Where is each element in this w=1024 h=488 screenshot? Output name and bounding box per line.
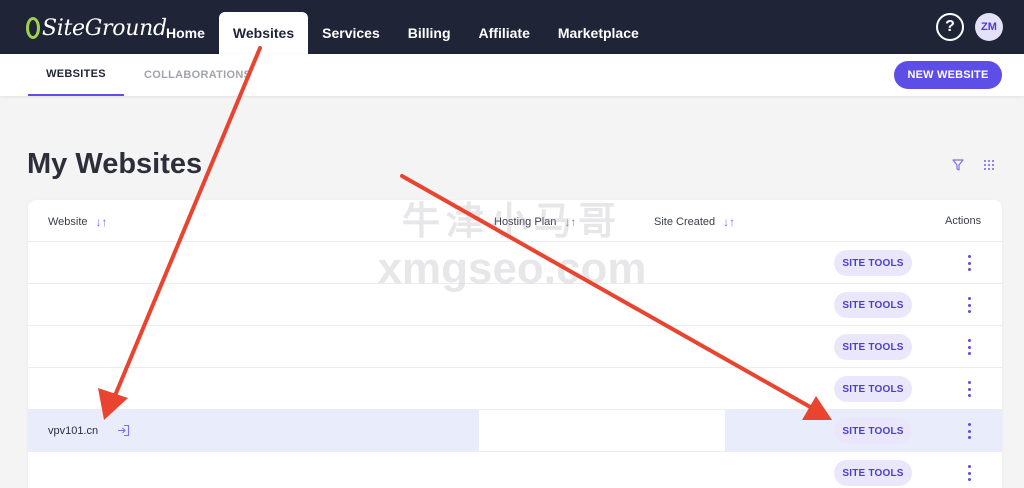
tab-websites[interactable]: WEBSITES (28, 54, 124, 96)
website-name[interactable]: vpv101.cn (48, 425, 98, 437)
logo-mark-icon (26, 17, 40, 39)
nav-home[interactable]: Home (152, 12, 219, 54)
table-row[interactable]: SITE TOOLS (28, 284, 1002, 326)
more-actions-icon[interactable] (963, 381, 975, 397)
site-tools-button[interactable]: SITE TOOLS (834, 292, 912, 318)
column-label: Website (48, 216, 88, 228)
table-header: Website ↓↑ Hosting Plan ↓↑ Site Created … (28, 200, 1002, 242)
user-avatar[interactable]: ZM (975, 13, 1003, 41)
sort-icon[interactable]: ↓↑ (96, 215, 108, 229)
websites-table: Website ↓↑ Hosting Plan ↓↑ Site Created … (28, 200, 1002, 488)
site-tools-button[interactable]: SITE TOOLS (834, 376, 912, 402)
more-actions-icon[interactable] (963, 465, 975, 481)
help-icon[interactable]: ? (936, 13, 964, 41)
siteground-logo[interactable]: SiteGround (26, 14, 167, 42)
column-site-created[interactable]: Site Created ↓↑ (654, 215, 735, 229)
more-actions-icon[interactable] (963, 339, 975, 355)
site-tools-button[interactable]: SITE TOOLS (834, 460, 912, 486)
nav-websites[interactable]: Websites (218, 12, 309, 54)
column-website[interactable]: Website ↓↑ (48, 215, 108, 229)
column-hosting-plan[interactable]: Hosting Plan ↓↑ (494, 215, 576, 229)
column-label: Hosting Plan (494, 216, 557, 228)
login-icon[interactable] (117, 424, 130, 437)
tab-collaborations[interactable]: COLLABORATIONS (144, 54, 251, 96)
nav-affiliate[interactable]: Affiliate (465, 12, 544, 54)
column-label: Actions (945, 215, 982, 227)
sub-navigation-bar: WEBSITES COLLABORATIONS NEW WEBSITE (0, 54, 1024, 96)
page-title: My Websites (27, 148, 203, 180)
column-label: Site Created (654, 216, 716, 228)
logo-text: SiteGround (42, 15, 167, 41)
table-row[interactable]: SITE TOOLS (28, 452, 1002, 488)
table-row[interactable]: SITE TOOLS (28, 326, 1002, 368)
grid-view-icon[interactable] (984, 160, 994, 170)
site-tools-button[interactable]: SITE TOOLS (834, 418, 912, 444)
more-actions-icon[interactable] (963, 423, 975, 439)
site-tools-button[interactable]: SITE TOOLS (834, 334, 912, 360)
top-navigation-bar: SiteGround Home Websites Services Billin… (0, 0, 1024, 54)
column-actions: Actions (945, 215, 981, 227)
table-row[interactable]: SITE TOOLS (28, 242, 1002, 284)
more-actions-icon[interactable] (963, 297, 975, 313)
nav-billing[interactable]: Billing (394, 12, 465, 54)
new-website-button[interactable]: NEW WEBSITE (894, 61, 1002, 89)
nav-services[interactable]: Services (308, 12, 394, 54)
table-row[interactable]: vpv101.cn SITE TOOLS (28, 410, 1002, 452)
sort-icon[interactable]: ↓↑ (564, 215, 576, 229)
nav-marketplace[interactable]: Marketplace (544, 12, 653, 54)
filter-icon[interactable] (952, 159, 964, 171)
main-nav: Home Websites Services Billing Affiliate… (152, 12, 653, 54)
site-tools-button[interactable]: SITE TOOLS (834, 250, 912, 276)
more-actions-icon[interactable] (963, 255, 975, 271)
sort-icon[interactable]: ↓↑ (723, 215, 735, 229)
table-row[interactable]: SITE TOOLS (28, 368, 1002, 410)
